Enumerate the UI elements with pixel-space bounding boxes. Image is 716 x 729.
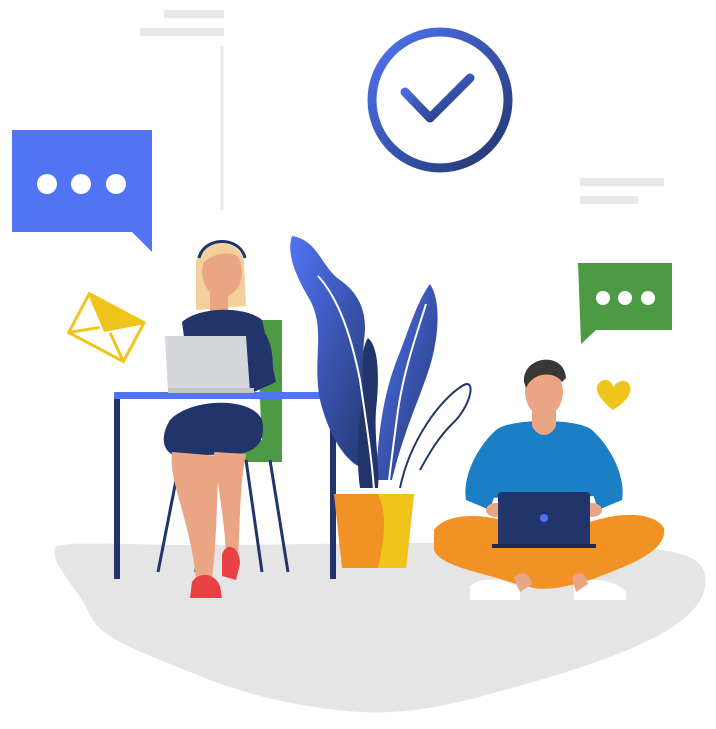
chat-bubble-icon (578, 263, 672, 344)
clock-check-icon (367, 27, 513, 173)
envelope-icon (66, 291, 147, 364)
placeholder-lines-right (580, 178, 664, 204)
woman-at-desk (156, 240, 290, 598)
man-on-floor (434, 359, 665, 600)
placeholder-lines-top (140, 10, 224, 36)
remote-work-illustration (12, 10, 706, 713)
chat-bubble-icon (12, 130, 152, 252)
laptop (165, 336, 254, 393)
potted-plant (290, 236, 472, 568)
heart-icon (596, 379, 631, 410)
